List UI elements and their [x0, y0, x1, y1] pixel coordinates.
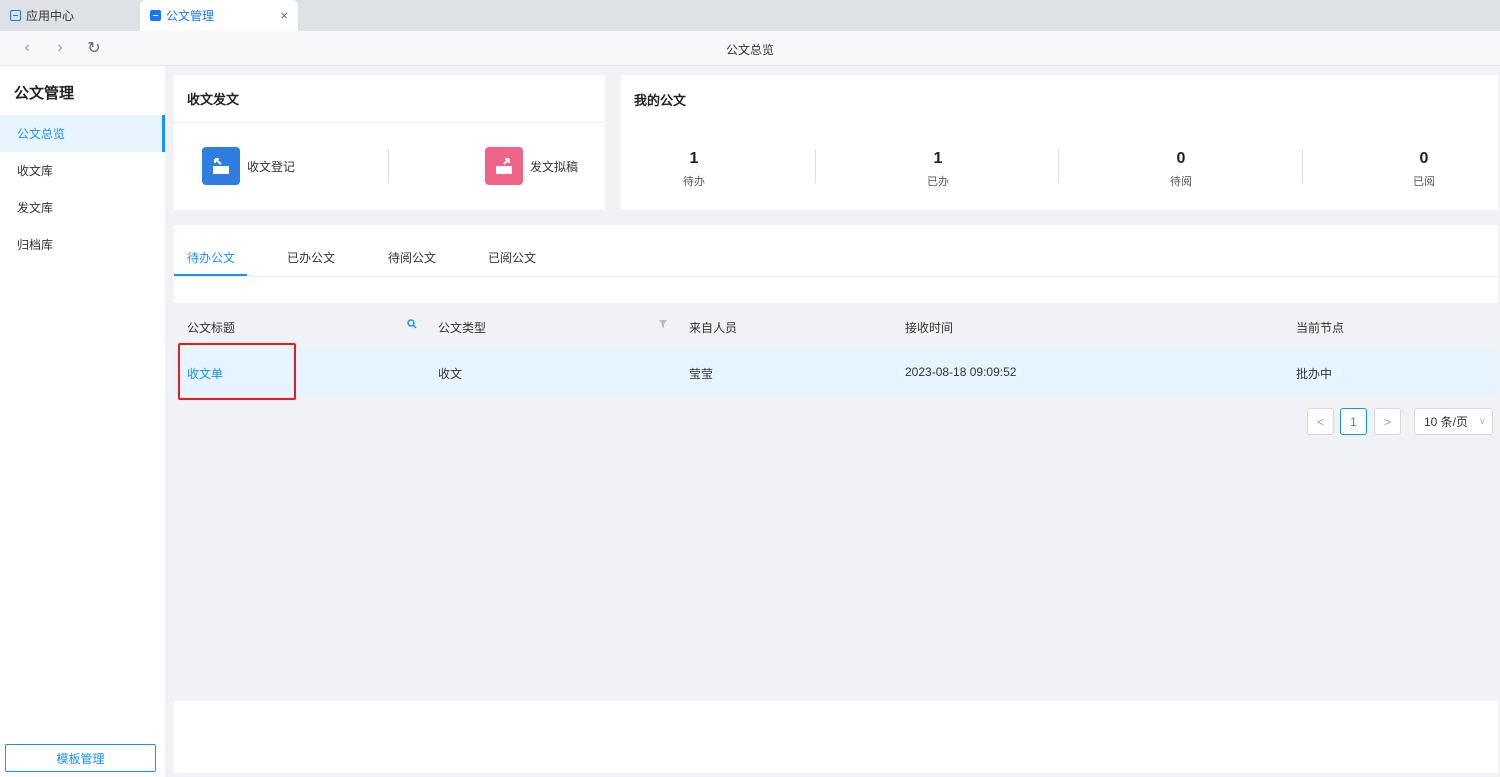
page-number-button[interactable]: 1	[1340, 408, 1367, 435]
stat-value: 0	[1176, 150, 1186, 167]
sidebar: 公文管理 公文总览 收文库 发文库 归档库 模板管理	[0, 66, 165, 777]
sidebar-item-archive-library[interactable]: 归档库	[0, 226, 165, 263]
column-header-received: 接收时间	[905, 321, 954, 335]
page-title: 公文总览	[725, 43, 774, 57]
outbox-tray-icon	[485, 147, 523, 185]
register-incoming-button[interactable]: 收文登记	[202, 147, 295, 185]
draft-outgoing-button[interactable]: 发文拟稿	[485, 147, 578, 185]
tab-document-management[interactable]: 公文管理 ×	[140, 0, 298, 31]
tab-read-docs[interactable]: 已阅公文	[488, 249, 536, 266]
divider	[388, 149, 389, 183]
template-management-button[interactable]: 模板管理	[5, 744, 156, 772]
active-tab-indicator	[174, 274, 247, 276]
inbox-tray-icon	[202, 147, 240, 185]
tab-pending-docs[interactable]: 待办公文	[187, 249, 235, 266]
column-header-from: 来自人员	[689, 321, 738, 335]
document-tabs: 待办公文 已办公文 待阅公文 已阅公文	[174, 225, 1498, 277]
sidebar-item-outgoing-library[interactable]: 发文库	[0, 189, 165, 226]
table-header: 公文标题 公文类型 来自人员 接收时间 当前节点	[174, 303, 1498, 348]
next-page-button[interactable]: >	[1374, 408, 1401, 435]
document-title-link[interactable]: 收文单	[187, 365, 223, 382]
card-title: 收文发文	[174, 75, 605, 123]
stat-label: 已阅	[1413, 176, 1435, 188]
table-container: 公文标题 公文类型 来自人员 接收时间 当前节点 收文单 收文 莹莹 2023-…	[174, 303, 1498, 701]
stat-label: 待办	[683, 176, 705, 188]
stat-read[interactable]: 0 已阅	[1394, 150, 1454, 189]
column-header-node: 当前节点	[1296, 321, 1345, 335]
table-row[interactable]: 收文单 收文 莹莹 2023-08-18 09:09:52 批办中	[174, 349, 1498, 395]
divider	[815, 149, 816, 183]
filter-icon[interactable]	[658, 319, 668, 332]
tab-label: 公文管理	[166, 9, 215, 23]
sidebar-item-overview[interactable]: 公文总览	[0, 115, 165, 152]
sidebar-item-incoming-library[interactable]: 收文库	[0, 152, 165, 189]
stat-label: 已办	[927, 176, 949, 188]
search-icon[interactable]	[407, 319, 417, 332]
page-size-select[interactable]: 10 条/页 ∨	[1414, 408, 1493, 435]
navigation-bar: ‹ › ↻ 公文总览	[0, 31, 1500, 66]
tab-label: 应用中心	[26, 9, 75, 23]
document-type: 收文	[438, 367, 463, 381]
tab-to-read-docs[interactable]: 待阅公文	[388, 249, 436, 266]
column-header-type: 公文类型	[438, 321, 487, 335]
column-header-title: 公文标题	[187, 321, 236, 335]
stat-pending[interactable]: 1 待办	[664, 150, 724, 189]
divider	[1058, 149, 1059, 183]
divider	[1302, 149, 1303, 183]
app-icon	[150, 10, 161, 21]
stat-value: 1	[689, 150, 699, 167]
stat-value: 0	[1419, 150, 1429, 167]
close-icon[interactable]: ×	[280, 8, 288, 23]
stat-done[interactable]: 1 已办	[908, 150, 968, 189]
chevron-down-icon: ∨	[1478, 416, 1486, 427]
prev-page-button[interactable]: <	[1307, 408, 1334, 435]
document-sender: 莹莹	[689, 367, 714, 381]
tab-done-docs[interactable]: 已办公文	[287, 249, 335, 266]
document-received-time: 2023-08-18 09:09:52	[905, 365, 1017, 379]
sidebar-title: 公文管理	[14, 85, 75, 102]
tab-app-center[interactable]: 应用中心	[0, 0, 140, 31]
browser-tab-bar: 应用中心 公文管理 ×	[0, 0, 1500, 31]
page-size-value: 10 条/页	[1424, 415, 1469, 429]
card-title: 我的公文	[634, 92, 687, 108]
app-icon	[10, 10, 21, 21]
stat-value: 1	[933, 150, 943, 167]
stat-label: 待阅	[1170, 176, 1192, 188]
quick-action-label: 发文拟稿	[530, 159, 579, 174]
document-list-panel: 待办公文 已办公文 待阅公文 已阅公文 公文标题 公文类型 来自人员 接收时间 …	[174, 225, 1498, 773]
stat-to-read[interactable]: 0 待阅	[1151, 150, 1211, 189]
document-current-node: 批办中	[1296, 367, 1333, 381]
quick-action-label: 收文登记	[247, 159, 296, 174]
send-receive-card: 收文发文 收文登记 发文拟稿	[174, 75, 605, 210]
my-documents-card: 我的公文 1 待办 1 已办 0 待阅 0 已阅	[621, 75, 1498, 210]
